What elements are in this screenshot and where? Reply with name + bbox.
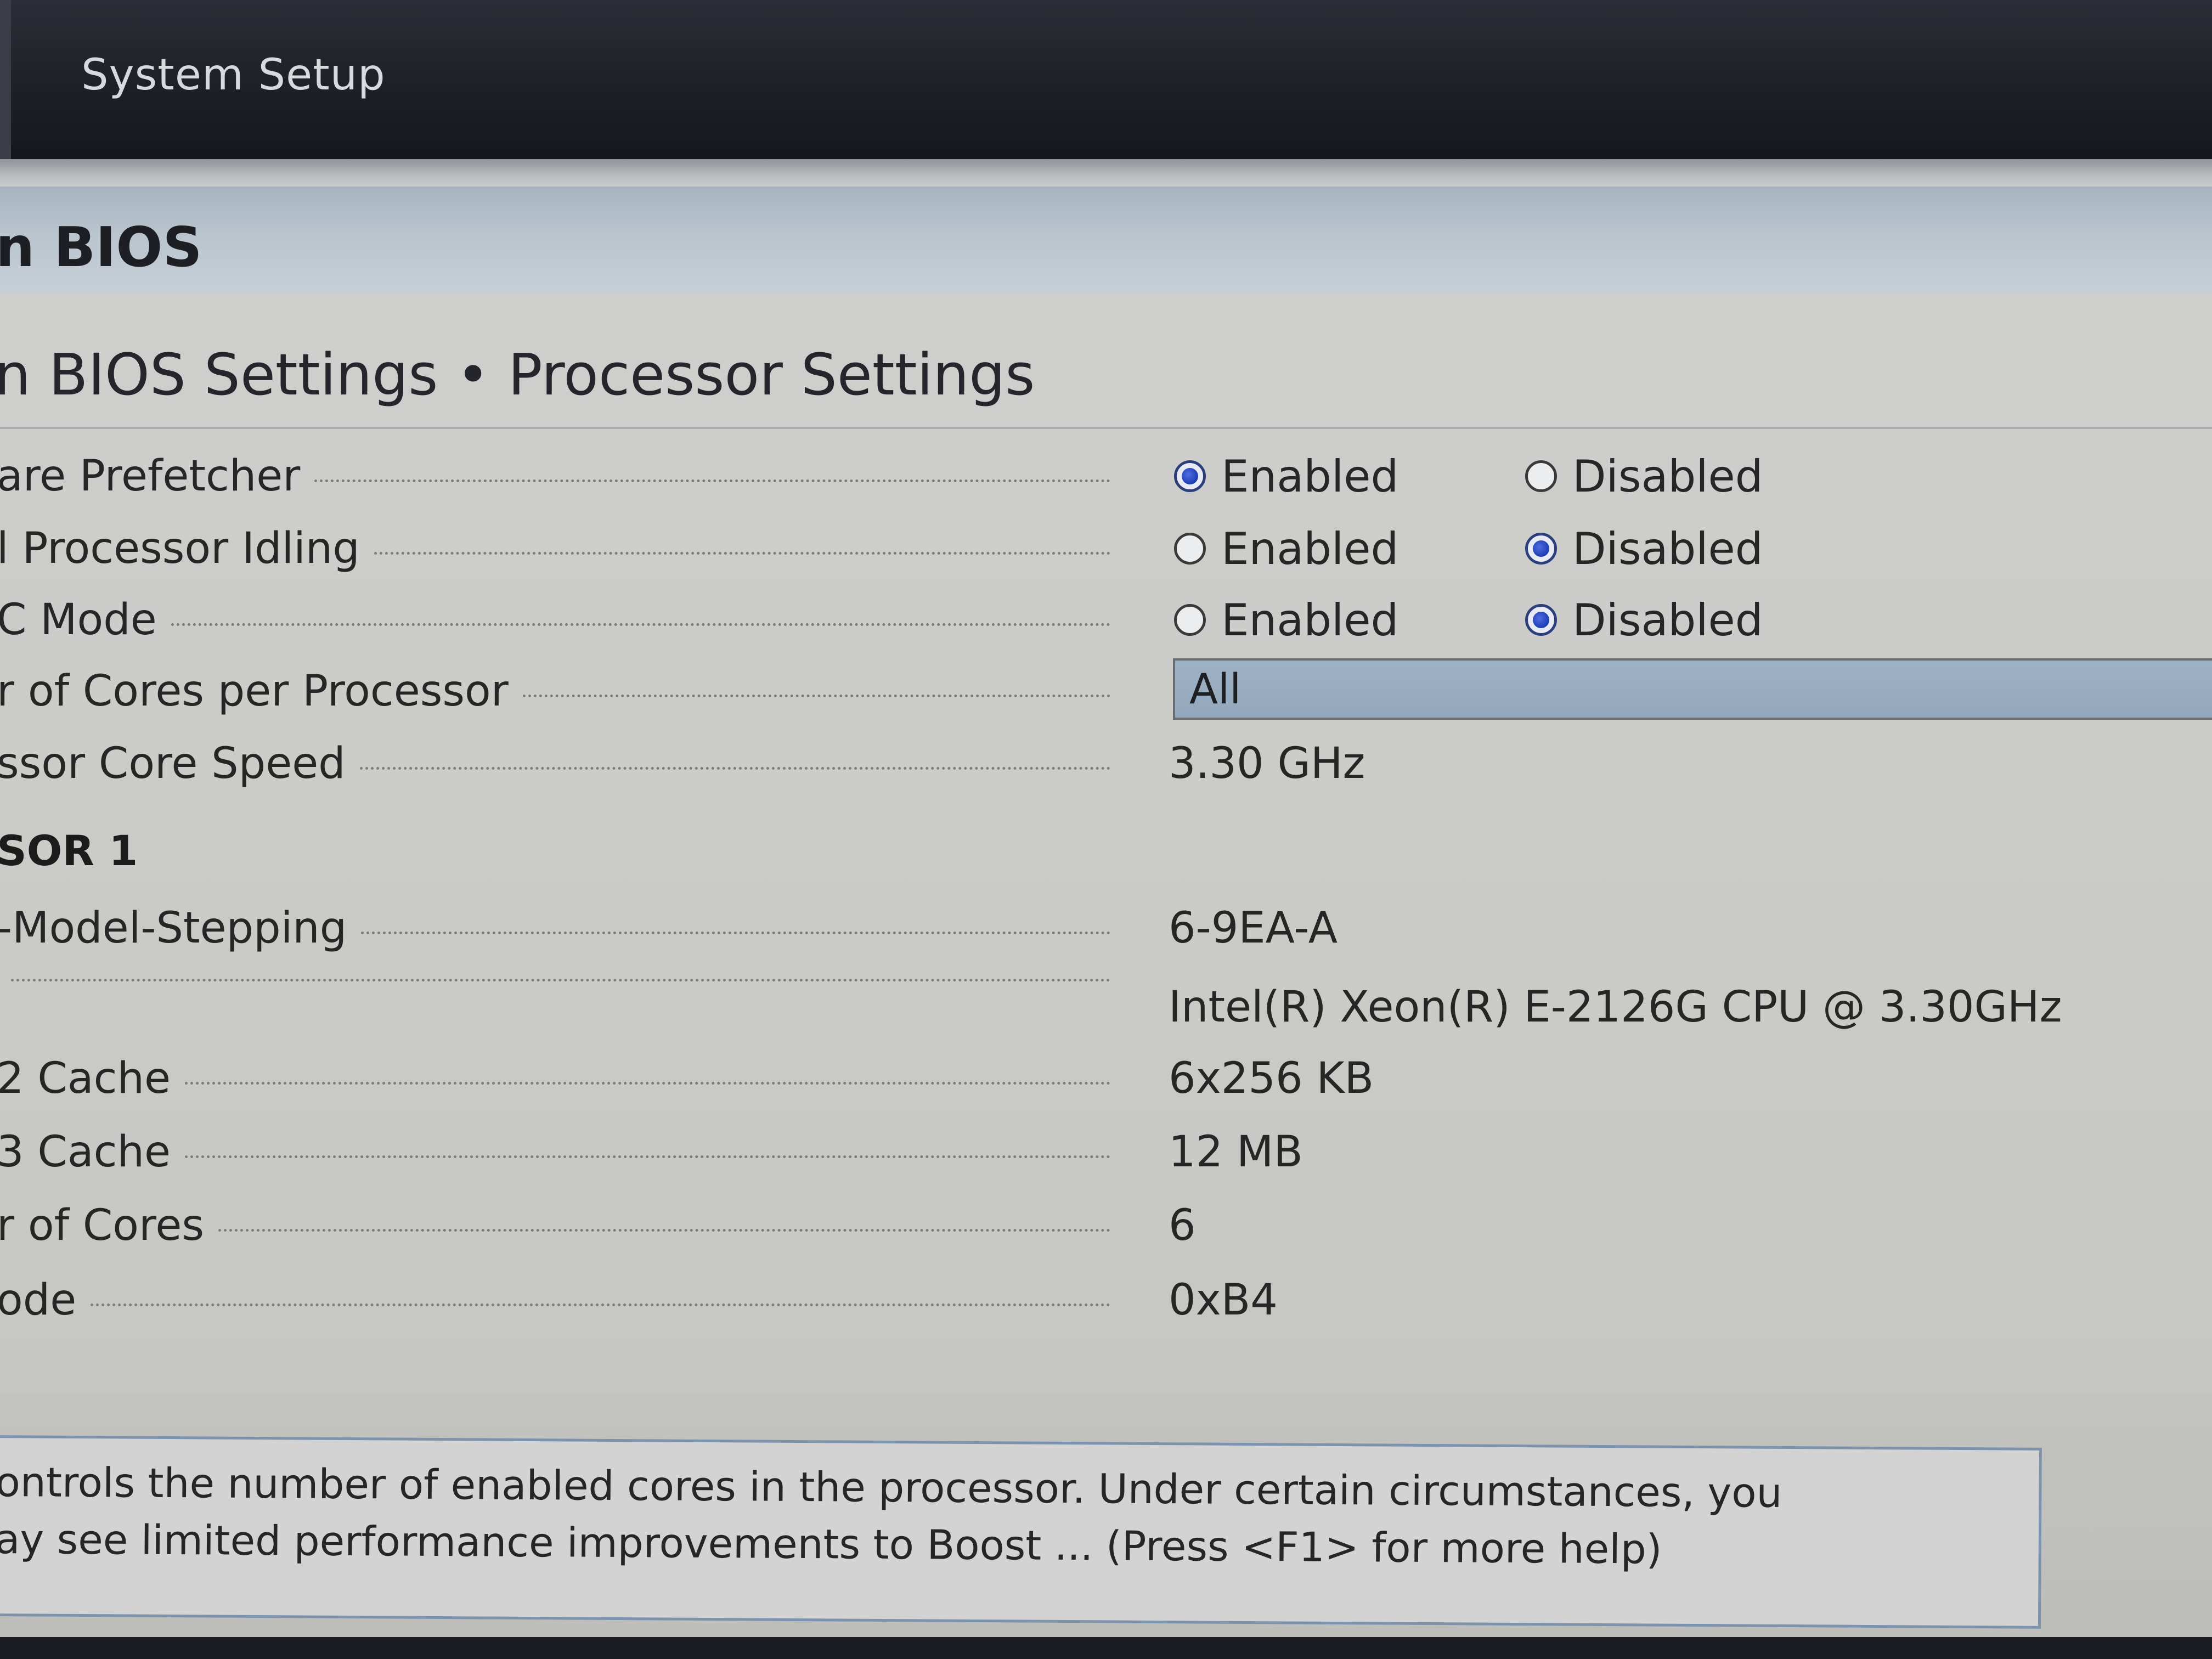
dotted-leader xyxy=(374,551,1110,555)
radio-idling-enabled[interactable]: Enabled xyxy=(1174,516,1398,582)
setting-value: 3.30 GHz xyxy=(1169,739,1365,788)
setting-value: Intel(R) Xeon(R) E-2126G CPU @ 3.30GHz xyxy=(1169,983,2062,1032)
setting-label-text: l Processor Idling xyxy=(0,524,360,573)
help-text: ontrols the number of enabled cores in t… xyxy=(0,1454,2025,1581)
info-row-family-model-stepping: -Model-Stepping 6-9EA-A xyxy=(0,895,2212,961)
radio-unchecked-icon xyxy=(1174,533,1206,565)
setting-label-text: r of Cores xyxy=(0,1201,205,1250)
setting-label: ssor Core Speed xyxy=(0,731,1110,797)
processor-group-header: SOR 1 xyxy=(0,826,138,875)
setting-value: 6-9EA-A xyxy=(1169,904,1338,953)
setting-label-text: 2 Cache xyxy=(0,1054,171,1103)
radio-checked-icon xyxy=(1525,604,1557,636)
radio-idling-disabled[interactable]: Disabled xyxy=(1525,516,1763,582)
cores-per-processor-dropdown[interactable]: All xyxy=(1173,658,2212,720)
title-bar: System Setup xyxy=(0,0,2212,159)
section-header-band xyxy=(0,187,2212,294)
breadcrumb: n BIOS Settings • Processor Settings xyxy=(0,341,1035,408)
radio-unchecked-icon xyxy=(1174,604,1206,636)
setting-label: C Mode xyxy=(0,587,1110,653)
setting-label xyxy=(0,974,1110,981)
info-row-l2-cache: 2 Cache 6x256 KB xyxy=(0,1046,2212,1111)
radio-prefetcher-disabled[interactable]: Disabled xyxy=(1525,443,1763,509)
setting-value: 6x256 KB xyxy=(1169,1054,1374,1103)
radio-c-mode-enabled[interactable]: Enabled xyxy=(1174,587,1398,653)
setting-row-prefetcher: are Prefetcher Enabled Disabled xyxy=(0,443,2212,509)
info-row-brand: Intel(R) Xeon(R) E-2126G CPU @ 3.30GHz xyxy=(0,974,2212,1040)
setting-label-text: -Model-Stepping xyxy=(0,904,347,953)
setting-value: 0xB4 xyxy=(1169,1276,1278,1325)
dotted-leader xyxy=(91,1303,1110,1306)
radio-checked-icon xyxy=(1174,460,1206,492)
radio-unchecked-icon xyxy=(1525,460,1557,492)
setting-label: r of Cores per Processor xyxy=(0,658,1110,724)
radio-c-mode-disabled[interactable]: Disabled xyxy=(1525,587,1763,653)
setting-label: l Processor Idling xyxy=(0,516,1110,582)
section-title: n BIOS xyxy=(0,215,202,279)
dotted-leader xyxy=(361,931,1110,934)
radio-label: Enabled xyxy=(1221,594,1399,646)
dotted-leader xyxy=(359,766,1110,770)
setting-label: r of Cores xyxy=(0,1193,1110,1259)
setting-label-text: 3 Cache xyxy=(0,1127,171,1177)
bios-system-setup-screen: System Setup n BIOS n BIOS Settings • Pr… xyxy=(0,0,2212,1659)
setting-label-text: ssor Core Speed xyxy=(0,739,346,788)
window-title: System Setup xyxy=(81,50,386,100)
bottom-bar xyxy=(0,1637,2212,1659)
breadcrumb-divider xyxy=(0,427,2212,429)
title-bar-shadow xyxy=(0,159,2212,187)
dotted-leader xyxy=(522,694,1110,697)
setting-row-cores-per-processor: r of Cores per Processor All xyxy=(0,658,2212,724)
dotted-leader xyxy=(11,979,1110,981)
dotted-leader xyxy=(185,1081,1110,1085)
setting-row-core-speed: ssor Core Speed 3.30 GHz xyxy=(0,731,2212,797)
radio-checked-icon xyxy=(1525,533,1557,565)
setting-label: ode xyxy=(0,1267,1110,1333)
radio-label: Enabled xyxy=(1221,523,1399,574)
dotted-leader xyxy=(314,479,1110,482)
setting-label: 3 Cache xyxy=(0,1119,1110,1185)
radio-label: Disabled xyxy=(1572,594,1763,646)
setting-label-text: r of Cores per Processor xyxy=(0,667,509,716)
info-row-number-of-cores: r of Cores 6 xyxy=(0,1193,2212,1259)
title-bar-edge xyxy=(0,0,11,159)
setting-label: are Prefetcher xyxy=(0,443,1110,509)
dotted-leader xyxy=(171,623,1110,626)
info-row-microcode: ode 0xB4 xyxy=(0,1267,2212,1333)
setting-label-text: C Mode xyxy=(0,595,157,645)
radio-label: Enabled xyxy=(1221,450,1399,502)
setting-value: 6 xyxy=(1169,1201,1196,1250)
setting-value: 12 MB xyxy=(1169,1127,1303,1177)
setting-label-text: are Prefetcher xyxy=(0,452,301,501)
setting-label: -Model-Stepping xyxy=(0,895,1110,961)
setting-label: 2 Cache xyxy=(0,1046,1110,1111)
setting-row-processor-idling: l Processor Idling Enabled Disabled xyxy=(0,516,2212,582)
setting-row-c-mode: C Mode Enabled Disabled xyxy=(0,587,2212,653)
radio-prefetcher-enabled[interactable]: Enabled xyxy=(1174,443,1398,509)
dotted-leader xyxy=(218,1228,1110,1232)
dotted-leader xyxy=(185,1155,1110,1158)
radio-label: Disabled xyxy=(1572,523,1763,574)
setting-label-text: ode xyxy=(0,1276,77,1325)
radio-label: Disabled xyxy=(1572,450,1763,502)
info-row-l3-cache: 3 Cache 12 MB xyxy=(0,1119,2212,1185)
